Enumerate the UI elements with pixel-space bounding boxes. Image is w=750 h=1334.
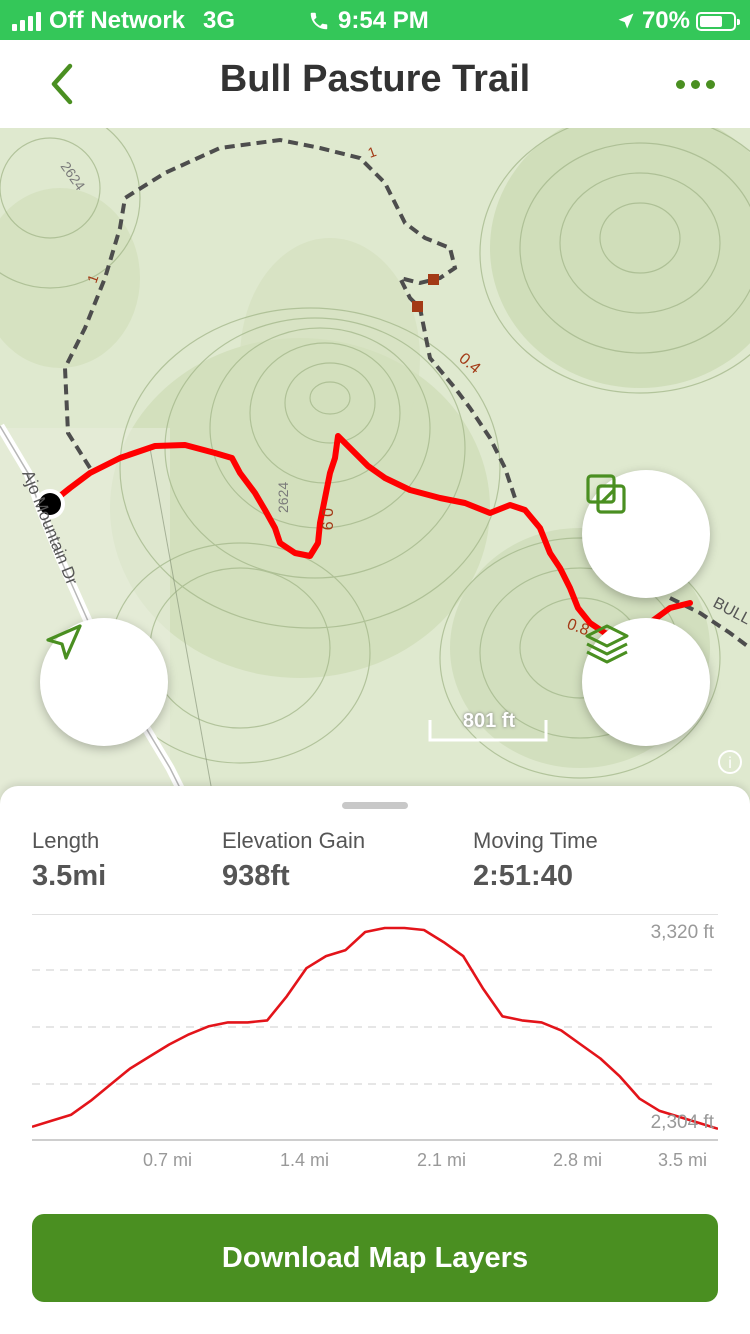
elevation-series-line bbox=[31, 926, 719, 1131]
page-title: Bull Pasture Trail bbox=[219, 58, 531, 100]
phone-icon bbox=[310, 12, 328, 30]
overlay-squares-icon bbox=[586, 474, 626, 514]
locate-button[interactable] bbox=[40, 618, 168, 746]
sheet-grabber[interactable] bbox=[342, 802, 408, 809]
more-dot bbox=[690, 79, 700, 89]
x-axis-tick: 2.1 mi bbox=[417, 1150, 467, 1170]
layers-button[interactable] bbox=[582, 618, 710, 746]
elevation-chart-svg bbox=[31, 913, 719, 1141]
battery-fill bbox=[700, 15, 723, 27]
x-axis-tick: 1.4 mi bbox=[280, 1150, 330, 1170]
more-dot bbox=[675, 79, 685, 89]
location-arrow-icon bbox=[618, 13, 634, 29]
length-value: 3.5mi bbox=[32, 860, 107, 892]
moving-time-value: 2:51:40 bbox=[473, 860, 573, 892]
mile-marker-label: 0.9 bbox=[318, 508, 335, 530]
length-stat: Length 3.5mi bbox=[32, 828, 106, 893]
elevation-gain-value: 938ft bbox=[222, 860, 290, 892]
length-label: Length bbox=[32, 828, 100, 853]
battery-icon bbox=[696, 11, 740, 31]
x-axis-tick: 3.5 mi bbox=[658, 1150, 708, 1170]
moving-time-label: Moving Time bbox=[473, 828, 598, 853]
elevation-stat: Elevation Gain 938ft bbox=[222, 828, 365, 893]
moving-time-stat: Moving Time 2:51:40 bbox=[473, 828, 598, 893]
layers-icon bbox=[585, 624, 629, 664]
more-dot bbox=[705, 79, 715, 89]
navigation-arrow-icon bbox=[46, 624, 82, 660]
info-icon[interactable]: i bbox=[718, 750, 742, 774]
elevation-label: 2624 bbox=[275, 482, 291, 513]
y-axis-min-label: 2,304 ft bbox=[650, 1112, 714, 1133]
more-button[interactable] bbox=[670, 64, 720, 104]
y-axis-max-label: 3,320 ft bbox=[650, 922, 714, 943]
network-label: 3G bbox=[203, 7, 236, 34]
details-sheet: Length 3.5mi Elevation Gain 938ft Moving… bbox=[0, 786, 750, 1334]
download-map-layers-button[interactable]: Download Map Layers bbox=[32, 1214, 718, 1302]
battery-percent: 70% bbox=[641, 7, 690, 34]
map-view[interactable]: 2624 2624 1 1 0.4 0.9 0.8 Ajo Mountain D… bbox=[0, 128, 750, 808]
status-left: Off Network 3G bbox=[12, 7, 235, 35]
nav-bar: Bull Pasture Trail bbox=[0, 40, 750, 128]
status-center: 9:54 PM bbox=[308, 7, 429, 35]
status-right: 70% bbox=[616, 7, 740, 35]
mile-marker-label: 0.4 bbox=[455, 350, 483, 377]
poi-marker bbox=[428, 274, 439, 285]
carrier-label: Off Network bbox=[49, 7, 186, 34]
elevation-gain-label: Elevation Gain bbox=[222, 828, 366, 853]
status-bar: Off Network 3G 9:54 PM 70% bbox=[0, 0, 750, 40]
poi-marker bbox=[412, 301, 423, 312]
download-button-label: Download Map Layers bbox=[221, 1241, 529, 1274]
x-axis-tick: 2.8 mi bbox=[553, 1150, 603, 1170]
x-axis-tick: 0.7 mi bbox=[143, 1150, 193, 1170]
signal-icon bbox=[12, 11, 41, 31]
mile-marker-label: 1 bbox=[366, 143, 379, 161]
scale-label: 801 ft bbox=[462, 710, 516, 732]
elevation-profile-chart[interactable]: 3,320 ft 2,304 ft 0.7 mi 1.4 mi 2.1 mi 2… bbox=[31, 913, 719, 1184]
clock: 9:54 PM bbox=[338, 7, 429, 34]
overlay-button[interactable] bbox=[582, 470, 710, 598]
